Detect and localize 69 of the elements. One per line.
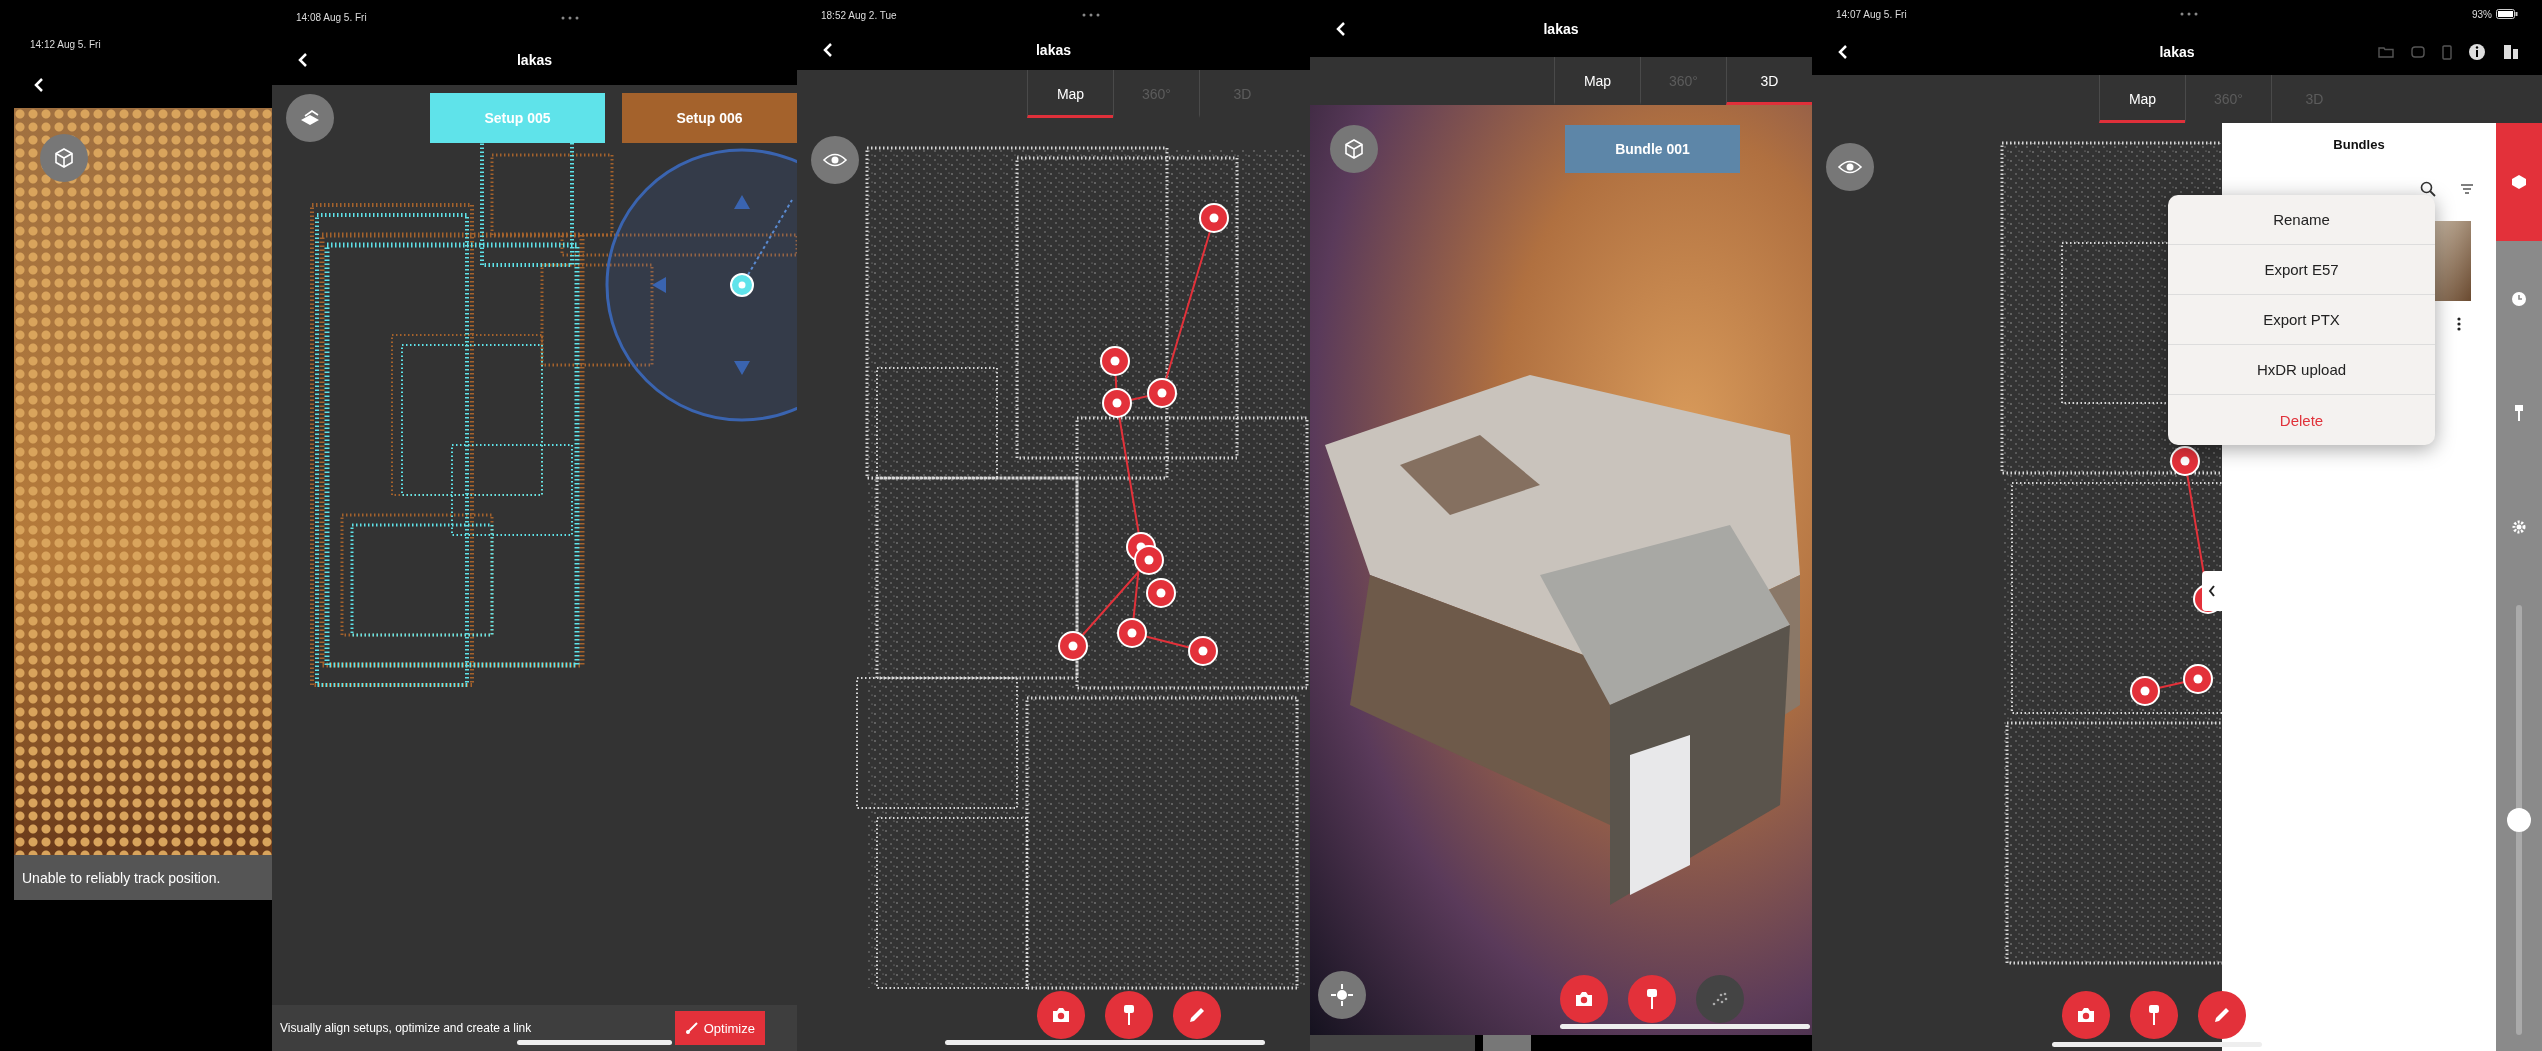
bundle-label: Bundle 001: [1565, 125, 1740, 173]
info-icon[interactable]: [2468, 42, 2486, 61]
chevron-left-icon: [823, 42, 833, 58]
chevron-left-icon: [1336, 21, 1346, 37]
menu-item[interactable]: Export PTX: [2168, 295, 2435, 345]
more-options-icon[interactable]: [2457, 317, 2461, 331]
collapse-handle[interactable]: [2202, 571, 2222, 611]
sort-icon[interactable]: [2460, 183, 2474, 197]
screen-title: lakas: [2158, 43, 2196, 60]
menu-item[interactable]: HxDR upload: [2168, 345, 2435, 395]
status-time: 14:07 Aug 5. Fri: [1836, 8, 1907, 20]
chevron-left-icon: [298, 52, 308, 68]
camera-icon: [2076, 1007, 2096, 1023]
pencil-icon: [1187, 1005, 1207, 1025]
chevron-left-icon: [34, 77, 44, 93]
pin-icon: [1645, 988, 1659, 1010]
cube-icon: [1343, 138, 1365, 160]
hint-text: Visually align setups, optimize and create a link: [280, 1021, 533, 1035]
pin-icon: [1122, 1004, 1136, 1026]
bundle-thumbnail-placeholder[interactable]: [2433, 221, 2471, 301]
pin-icon[interactable]: [2513, 404, 2525, 422]
pin-button[interactable]: [1628, 975, 1676, 1023]
screen-title: lakas: [1034, 42, 1072, 58]
status-time: 14:08 Aug 5. Fri: [296, 12, 367, 23]
slider-thumb[interactable]: [2507, 808, 2531, 832]
folder-icon[interactable]: [2378, 45, 2394, 58]
tracking-warning-banner: Unable to reliably track position.: [14, 855, 272, 900]
camera-button[interactable]: [1560, 975, 1608, 1023]
view-mode-button[interactable]: [1330, 125, 1378, 173]
status-time: 14:12 Aug 5. Fri: [30, 39, 101, 50]
eye-icon: [823, 151, 847, 169]
view-toggle-button[interactable]: [811, 136, 859, 184]
bar-background: [1483, 1035, 1531, 1051]
menu-item[interactable]: Export E57: [2168, 245, 2435, 295]
pin-icon: [2147, 1004, 2161, 1026]
eye-icon: [1838, 158, 1862, 176]
more-dots-icon: [1082, 13, 1101, 17]
more-dots-icon: [560, 15, 579, 20]
search-icon[interactable]: [2420, 181, 2436, 197]
cube-icon: [53, 147, 75, 169]
setup-button[interactable]: Setup 006: [622, 93, 797, 143]
pencil-icon: [2212, 1005, 2232, 1025]
chevron-left-icon: [1838, 43, 1848, 60]
clock-icon[interactable]: [2511, 291, 2527, 307]
screen-title: lakas: [1542, 21, 1580, 37]
optimize-button[interactable]: Optimize: [674, 1011, 765, 1045]
layers-button[interactable]: [286, 94, 334, 142]
measure-button[interactable]: [1173, 991, 1221, 1039]
bundle-icon[interactable]: [2511, 174, 2527, 190]
layout-icon[interactable]: [2502, 42, 2520, 61]
camera-button[interactable]: [1037, 991, 1085, 1039]
scanner-icon[interactable]: [2410, 44, 2426, 59]
menu-item[interactable]: Rename: [2168, 195, 2435, 245]
crosshair-icon: [1330, 983, 1354, 1007]
battery-icon: [2496, 9, 2518, 19]
link-icon: [684, 1021, 699, 1035]
locate-button[interactable]: [1318, 971, 1366, 1019]
screen-title: lakas: [515, 52, 553, 68]
camera-icon: [1574, 991, 1594, 1007]
chevron-left-icon: [2208, 585, 2216, 597]
pin-button[interactable]: [1105, 991, 1153, 1039]
battery-level: 93%: [2472, 8, 2492, 20]
more-dots-icon: [2180, 12, 2199, 16]
status-time: 18:52 Aug 2. Tue: [821, 9, 897, 21]
panel-title: Bundles: [2332, 136, 2386, 152]
camera-icon: [1051, 1007, 1071, 1023]
view-toggle-button[interactable]: [1826, 143, 1874, 191]
settings-icon[interactable]: [2511, 519, 2527, 535]
menu-item[interactable]: Delete: [2168, 395, 2435, 445]
